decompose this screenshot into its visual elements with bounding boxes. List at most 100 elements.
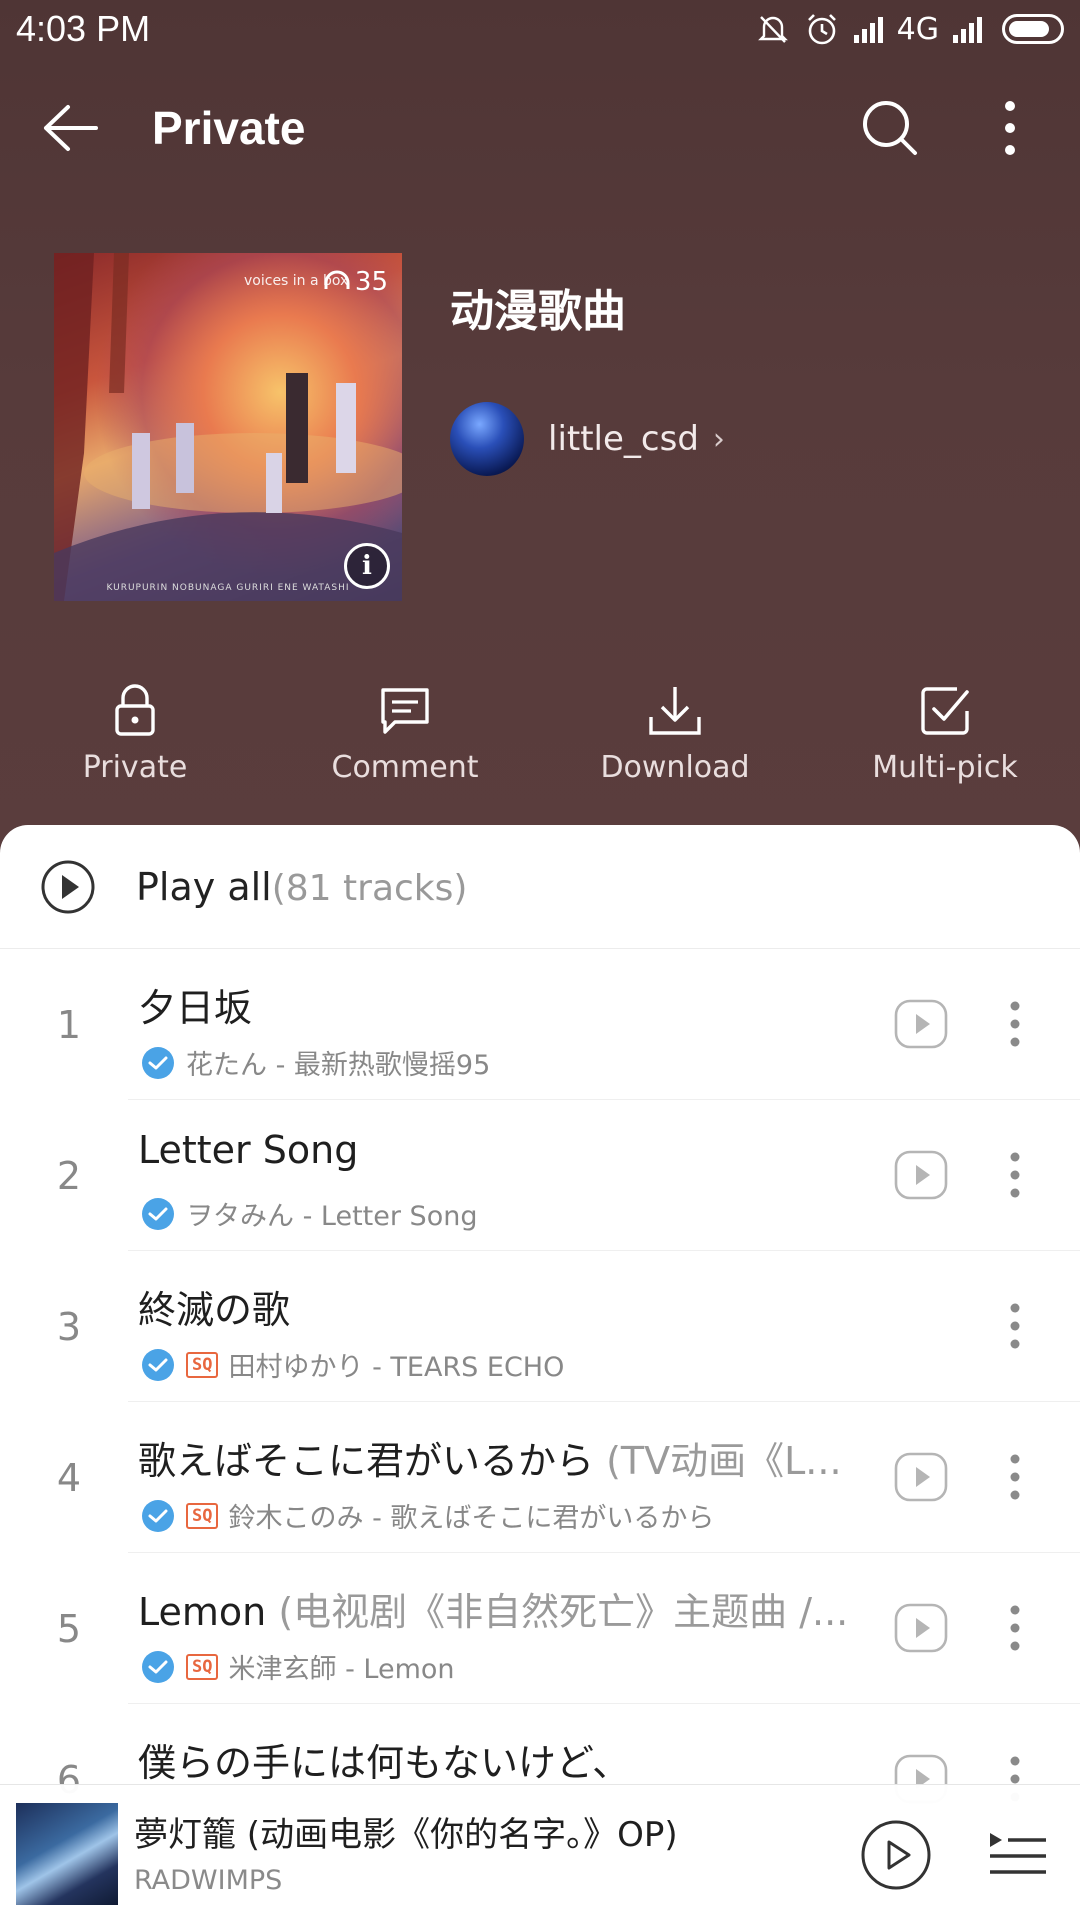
battery-icon <box>1002 14 1064 44</box>
track-more-button[interactable] <box>990 1600 1040 1656</box>
chevron-right-icon: › <box>712 421 725 457</box>
track-meta: ヲタみん - Letter Song <box>142 1194 477 1233</box>
track-count: (81 tracks) <box>271 867 468 909</box>
verified-icon <box>142 1499 174 1532</box>
arrow-left-icon <box>44 105 98 151</box>
playlist-queue-icon[interactable] <box>988 1829 1048 1879</box>
playlist-title: 动漫歌曲 <box>450 286 626 337</box>
mini-player-title: 夢灯籠 (动画电影《你的名字。》OP) <box>134 1815 678 1855</box>
track-title-text: 夕日坂 <box>138 986 253 1030</box>
track-list-sheet: Play all(81 tracks) 1 夕日坂花たん - 最新热歌慢摇95 2 L… <box>0 825 1080 1920</box>
more-vertical-icon <box>1010 1303 1020 1349</box>
track-title: 夕日坂 <box>138 977 858 1032</box>
page-title: Private <box>152 102 306 154</box>
track-number: 3 <box>56 1304 82 1349</box>
more-vertical-icon <box>1005 101 1015 155</box>
mv-play-icon[interactable] <box>893 1449 949 1505</box>
more-vertical-icon <box>1010 1152 1020 1198</box>
mini-player[interactable]: 夢灯籠 (动画电影《你的名字。》OP) RADWIMPS <box>0 1784 1080 1920</box>
mv-play-icon[interactable] <box>893 1600 949 1656</box>
track-title: 終滅の歌 <box>138 1279 858 1334</box>
more-vertical-icon <box>1010 1605 1020 1651</box>
track-more-button[interactable] <box>990 1449 1040 1505</box>
track-title-text: 歌えばそこに君がいるから <box>138 1439 607 1483</box>
track-more-button[interactable] <box>990 1298 1040 1354</box>
play-circle-icon <box>41 860 95 913</box>
track-title-text: Lemon <box>138 1590 279 1634</box>
download-button[interactable]: Download <box>540 680 810 800</box>
track-title-text: 僕らの手には何もないけど、 <box>138 1741 631 1785</box>
play-all-text: Play all <box>136 864 272 909</box>
track-title-text: 終滅の歌 <box>138 1288 291 1332</box>
signal-2-icon <box>953 15 982 43</box>
mv-play-icon[interactable] <box>893 1147 949 1203</box>
track-title: Letter Song <box>138 1128 858 1172</box>
multi-pick-label: Multi-pick <box>872 750 1018 785</box>
track-subtitle: (电视剧《非自然死亡》主题曲 /... <box>278 1590 849 1634</box>
verified-icon <box>142 1348 174 1381</box>
comment-label: Comment <box>331 750 479 785</box>
play-all-label: Play all(81 tracks) <box>136 865 467 909</box>
verified-icon <box>142 1650 174 1683</box>
play-count-value: 35 <box>354 267 388 297</box>
track-row[interactable]: 2 Letter Song ヲタみん - Letter Song <box>0 1100 1080 1251</box>
track-meta: SQ 鈴木このみ - 歌えばそこに君がいるから <box>142 1496 714 1535</box>
app-bar: Private <box>0 78 1080 178</box>
owner-link[interactable]: little_csd › <box>450 402 725 476</box>
sq-badge: SQ <box>186 1502 219 1529</box>
play-count: 35 <box>323 267 388 297</box>
info-icon: i <box>362 551 372 581</box>
mini-player-cover[interactable] <box>16 1803 118 1905</box>
sq-badge: SQ <box>186 1351 219 1378</box>
track-row[interactable]: 1 夕日坂花たん - 最新热歌慢摇95 <box>0 949 1080 1100</box>
track-artist-album: ヲタみん - Letter Song <box>186 1201 478 1232</box>
headphones-icon <box>324 270 350 289</box>
alarm-icon <box>807 14 836 45</box>
comment-icon <box>381 688 429 734</box>
download-label: Download <box>600 750 750 785</box>
private-button[interactable]: Private <box>0 680 270 800</box>
mini-player-artist: RADWIMPS <box>134 1865 283 1896</box>
more-options-button[interactable] <box>980 78 1040 178</box>
track-number: 5 <box>56 1606 82 1651</box>
more-vertical-icon <box>1010 1454 1020 1500</box>
track-more-button[interactable] <box>990 996 1040 1052</box>
playlist-cover[interactable]: voices in a box 35 KURUPURIN NOBUNAGA GU… <box>54 253 402 601</box>
playlist-header: 4:03 PM 4G Private voices in a box 35 KU… <box>0 0 1080 860</box>
download-icon <box>649 687 701 735</box>
action-bar: Private Comment Download Multi-pick <box>0 680 1080 800</box>
multi-pick-button[interactable]: Multi-pick <box>810 680 1080 800</box>
status-icons: 4G <box>756 11 1064 47</box>
track-artist-album: 田村ゆかり - TEARS ECHO <box>228 1352 565 1383</box>
track-row[interactable]: 5 Lemon (电视剧《非自然死亡》主题曲 /... SQ 米津玄師 - Lemon <box>0 1553 1080 1704</box>
track-subtitle: (TV动画《L... <box>606 1439 842 1483</box>
track-more-button[interactable] <box>990 1147 1040 1203</box>
track-number: 1 <box>56 1002 82 1047</box>
track-meta: SQ 田村ゆかり - TEARS ECHO <box>142 1345 564 1384</box>
verified-icon <box>142 1197 174 1230</box>
cover-credit: KURUPURIN NOBUNAGA GURIRI ENE WATASHI <box>106 583 350 593</box>
mini-play-button[interactable] <box>860 1819 932 1891</box>
comment-button[interactable]: Comment <box>270 680 540 800</box>
search-button[interactable] <box>850 78 930 178</box>
track-artist-album: 米津玄師 - Lemon <box>228 1654 455 1685</box>
track-title: 歌えばそこに君がいるから (TV动画《L... <box>138 1430 858 1485</box>
info-button[interactable]: i <box>344 543 390 589</box>
search-icon <box>863 101 917 155</box>
network-type: 4G <box>896 11 939 47</box>
sq-badge: SQ <box>186 1653 219 1680</box>
track-artist-album: 花たん - 最新热歌慢摇95 <box>186 1050 491 1081</box>
back-button[interactable] <box>40 78 150 178</box>
private-label: Private <box>82 750 188 785</box>
track-number: 2 <box>56 1153 82 1198</box>
mute-bell-icon <box>757 16 788 43</box>
lock-icon <box>115 684 155 736</box>
status-bar: 4:03 PM 4G <box>0 0 1080 58</box>
play-all-button[interactable]: Play all(81 tracks) <box>0 825 1080 949</box>
avatar[interactable] <box>450 402 524 476</box>
status-time: 4:03 PM <box>16 8 151 49</box>
track-row[interactable]: 3 終滅の歌 SQ 田村ゆかり - TEARS ECHO <box>0 1251 1080 1402</box>
track-row[interactable]: 4 歌えばそこに君がいるから (TV动画《L... SQ 鈴木このみ - 歌えばそこに… <box>0 1402 1080 1553</box>
mv-play-icon[interactable] <box>893 996 949 1052</box>
track-meta: SQ 米津玄師 - Lemon <box>142 1647 455 1686</box>
